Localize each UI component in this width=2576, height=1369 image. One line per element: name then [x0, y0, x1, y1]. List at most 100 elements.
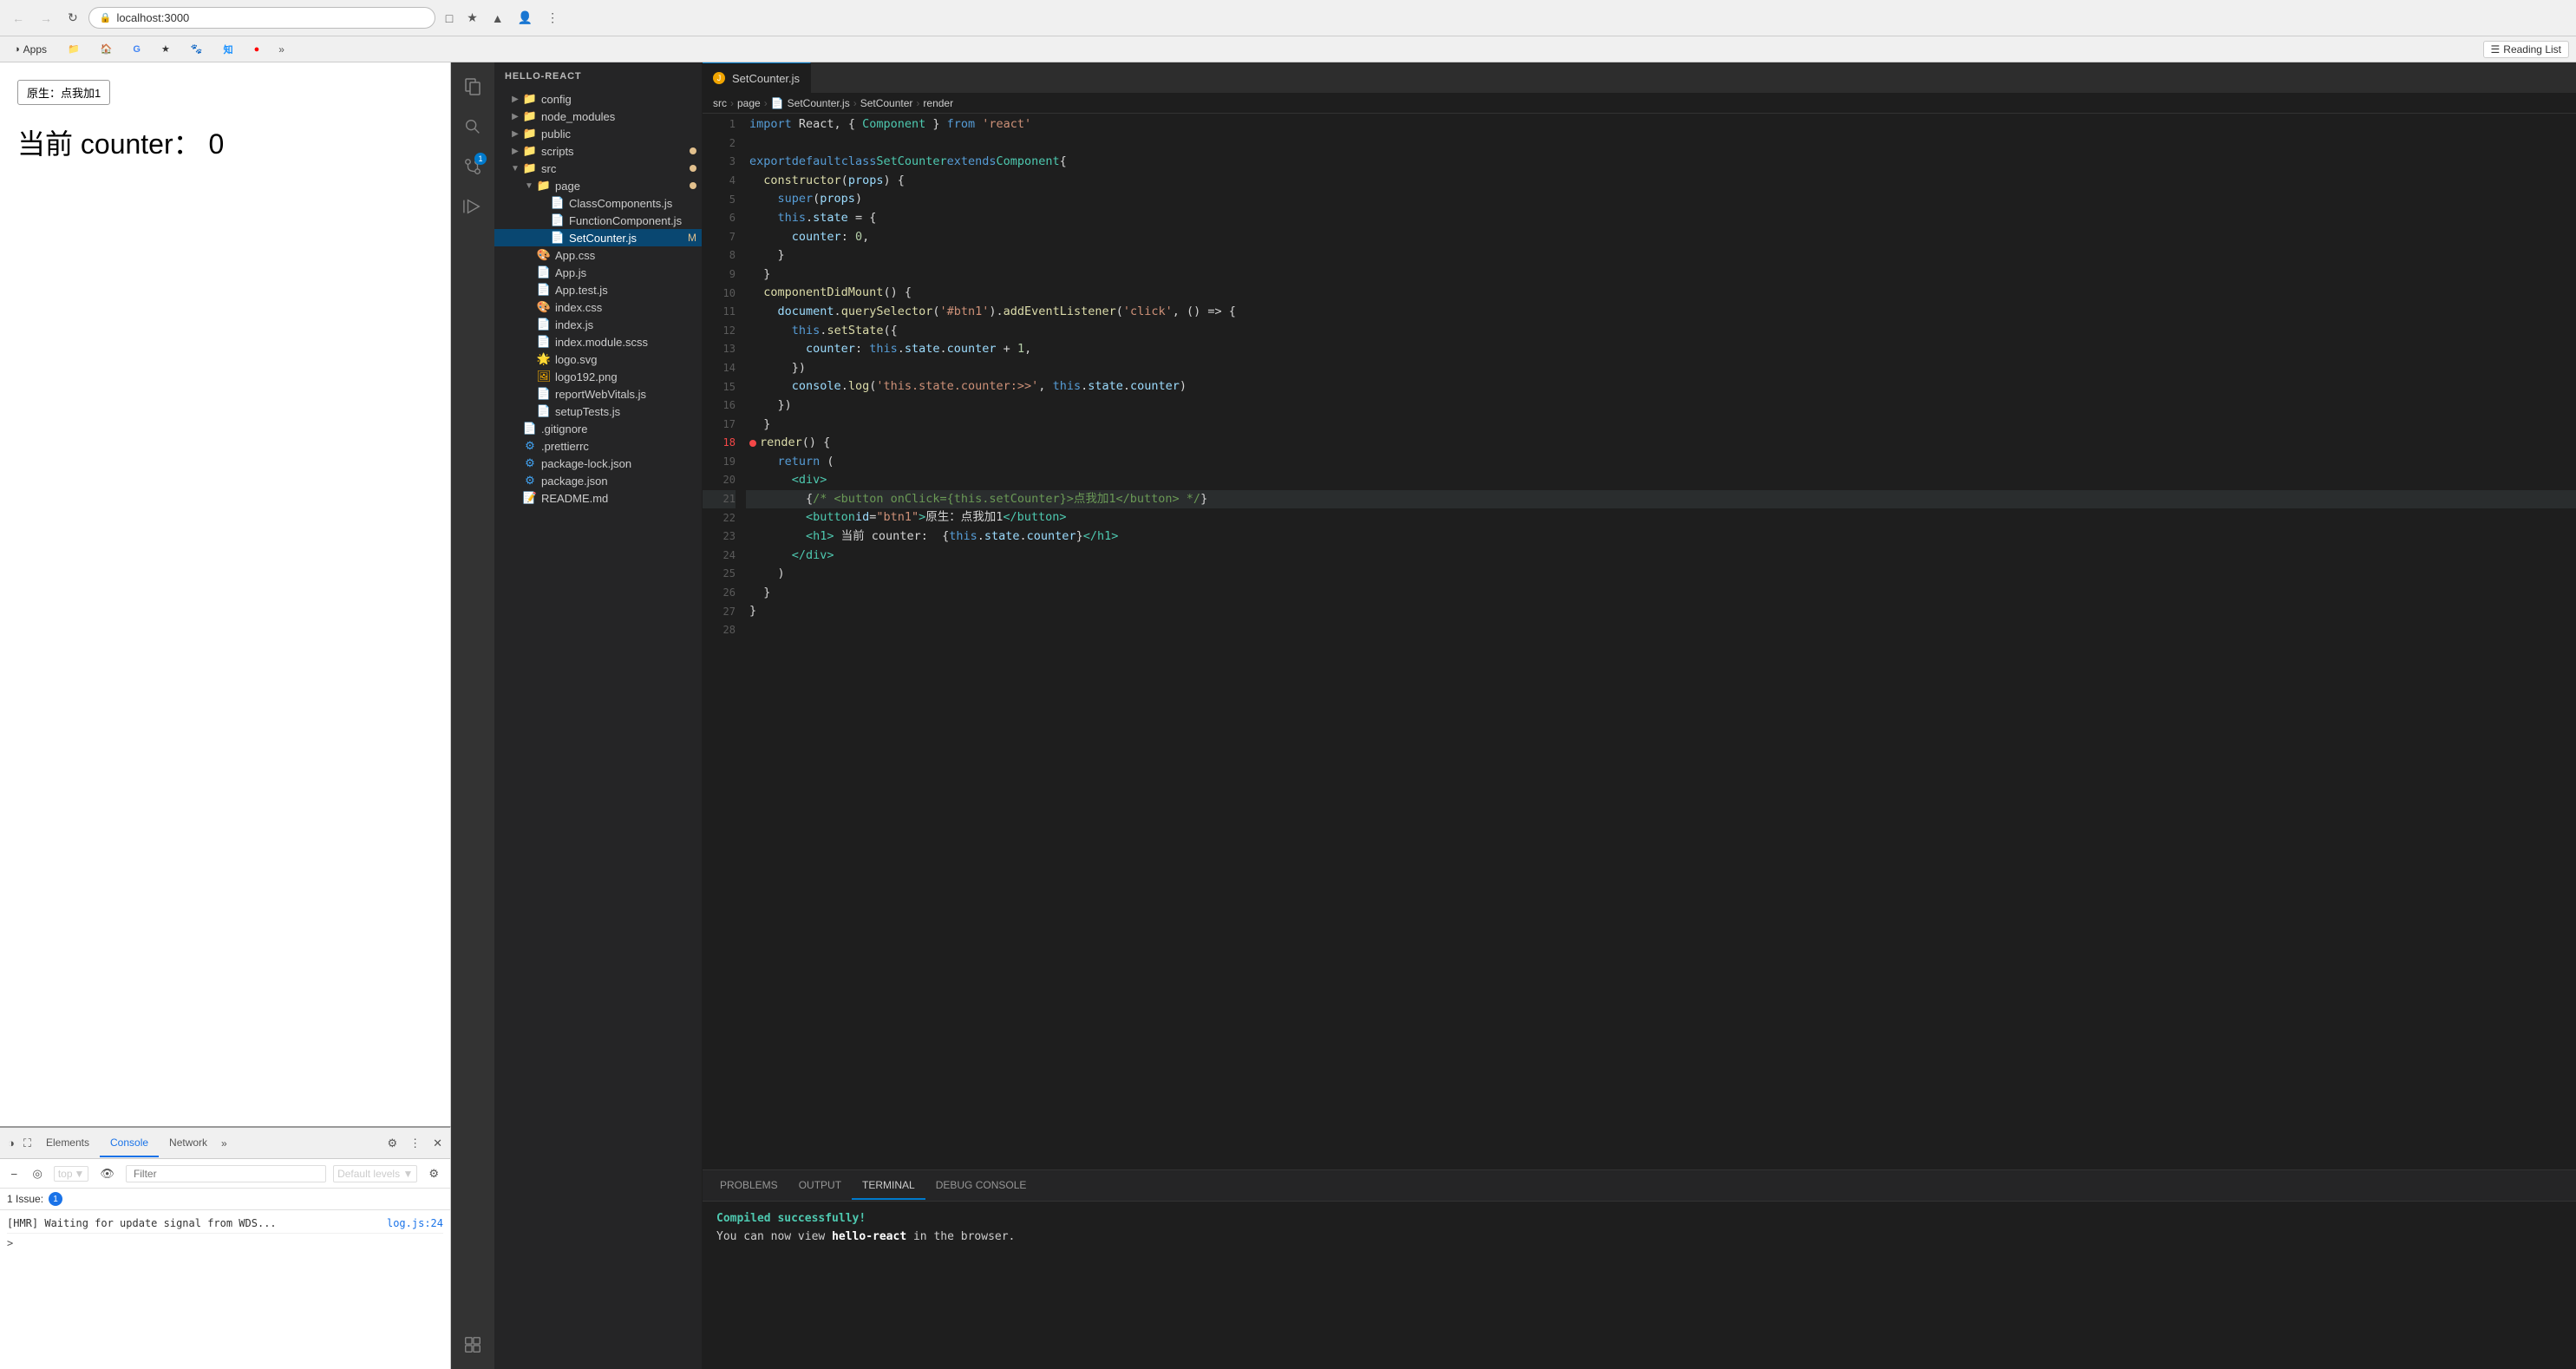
tree-item-appjs[interactable]: 📄 App.js	[494, 264, 702, 281]
devtools-close-button[interactable]: ✕	[428, 1135, 447, 1152]
item-appcss-label: App.css	[555, 249, 702, 262]
folder-config-icon: 📁	[522, 92, 538, 106]
tree-item-appcss[interactable]: 🎨 App.css	[494, 246, 702, 264]
activity-extensions[interactable]	[455, 1327, 490, 1362]
clear-console-button[interactable]: ⎯	[7, 1165, 22, 1182]
forward-button[interactable]: →	[35, 10, 57, 27]
bookmark-red[interactable]: ●	[247, 43, 267, 56]
devtools-more-button[interactable]: ⋮	[405, 1135, 425, 1152]
file-appcss-icon: 🎨	[536, 248, 552, 262]
tree-item-reportwebvitals[interactable]: 📄 reportWebVitals.js	[494, 385, 702, 403]
tree-item-indexjs[interactable]: 📄 index.js	[494, 316, 702, 333]
devtools-inspect-button[interactable]: ◑	[3, 1135, 19, 1151]
activity-explorer[interactable]	[455, 69, 490, 104]
original-button[interactable]: 原生：点我加1	[17, 80, 110, 105]
tree-item-logo192[interactable]: 🖼 logo192.png	[494, 368, 702, 385]
tree-item-node-modules[interactable]: ▶ 📁 node_modules	[494, 108, 702, 125]
bookmark-zh[interactable]: 知	[217, 41, 240, 58]
file-apptestjs-icon: 📄	[536, 283, 552, 297]
tree-item-readmemd[interactable]: 📝 README.md	[494, 489, 702, 507]
tree-item-prettierrc[interactable]: ⚙ .prettierrc	[494, 437, 702, 455]
bookmark-folder[interactable]: 📁	[61, 42, 87, 56]
tree-item-apptestjs[interactable]: 📄 App.test.js	[494, 281, 702, 298]
more-tabs-button[interactable]: »	[218, 1137, 231, 1150]
bookmark-paw[interactable]: 🐾	[184, 42, 210, 56]
bookmark-button[interactable]: ★	[461, 8, 483, 28]
home-icon: 🏠	[101, 43, 113, 55]
code-editor: 1 2 3 4 5 6 7 8 9 10 11	[703, 114, 2576, 1169]
context-selector[interactable]: top ▼	[54, 1166, 89, 1182]
tree-item-public[interactable]: ▶ 📁 public	[494, 125, 702, 142]
menu-button[interactable]: ⋮	[541, 8, 564, 28]
devtools-settings-button[interactable]: ⚙	[382, 1135, 402, 1152]
tree-item-src[interactable]: ▼ 📁 src	[494, 160, 702, 177]
run-msg2-text: in the browser.	[913, 1230, 1015, 1243]
tab-network[interactable]: Network	[159, 1130, 218, 1157]
reload-button[interactable]: ↻	[62, 9, 83, 27]
address-bar: 🔒 localhost:3000	[88, 7, 435, 29]
bookmark-star[interactable]: ★	[154, 42, 177, 56]
tab-console[interactable]: Console	[100, 1130, 159, 1157]
level-label: Default levels	[337, 1168, 400, 1180]
filter-button[interactable]: ◎	[29, 1165, 47, 1182]
activity-source-control[interactable]: 1	[455, 149, 490, 184]
apps-label: Apps	[23, 43, 47, 56]
code-line-7: counter: 0,	[746, 228, 2576, 247]
file-indexjs-icon: 📄	[536, 318, 552, 331]
tab-setcounter-icon: J	[713, 72, 725, 84]
tree-item-setcounter[interactable]: 📄 SetCounter.js M	[494, 229, 702, 246]
log-level-select[interactable]: Default levels ▼	[333, 1165, 417, 1182]
tree-item-packagejson[interactable]: ⚙ package.json	[494, 472, 702, 489]
item-config-label: config	[541, 93, 702, 106]
panel-tab-debug[interactable]: DEBUG CONSOLE	[925, 1172, 1037, 1200]
tree-item-logosvg[interactable]: 🌟 logo.svg	[494, 350, 702, 368]
file-gitignore-icon: 📄	[522, 422, 538, 436]
more-bookmarks-button[interactable]: »	[273, 42, 290, 57]
console-prompt[interactable]: >	[7, 1234, 443, 1253]
modified-dot	[690, 147, 696, 154]
devtools-actions: ⚙ ⋮ ✕	[382, 1135, 447, 1152]
devtools-panel: ◑ ⛶ Elements Console Network » ⚙ ⋮ ✕ ⎯ ◎	[0, 1126, 451, 1369]
tree-item-indexmodule[interactable]: 📄 index.module.scss	[494, 333, 702, 350]
issue-badge: 1	[49, 1192, 62, 1206]
tree-item-functioncomponent[interactable]: 📄 FunctionComponent.js	[494, 212, 702, 229]
console-filter-input[interactable]	[126, 1165, 326, 1182]
activity-run[interactable]	[455, 189, 490, 224]
level-arrow-icon: ▼	[402, 1168, 413, 1180]
tab-setcounter-label: SetCounter.js	[732, 72, 800, 85]
vscode-content: HELLO-REACT ▶ 📁 config ▶ 📁 node	[494, 62, 2576, 1369]
tree-item-packagelockjson[interactable]: ⚙ package-lock.json	[494, 455, 702, 472]
back-button[interactable]: ←	[7, 10, 29, 27]
bookmark-home[interactable]: 🏠	[94, 42, 120, 56]
panel-tab-problems[interactable]: PROBLEMS	[709, 1172, 788, 1200]
tree-item-setuptests[interactable]: 📄 setupTests.js	[494, 403, 702, 420]
tree-item-classcomponents[interactable]: 📄 ClassComponents.js	[494, 194, 702, 212]
log-link[interactable]: log.js:24	[387, 1217, 443, 1229]
eye-button[interactable]: 👁	[95, 1165, 119, 1182]
item-reportwebvitals-label: reportWebVitals.js	[555, 388, 702, 401]
extension-button[interactable]: ▲	[487, 9, 509, 28]
tree-item-config[interactable]: ▶ 📁 config	[494, 90, 702, 108]
panel-tab-output[interactable]: OUTPUT	[788, 1172, 852, 1200]
tab-elements[interactable]: Elements	[36, 1130, 100, 1157]
item-functioncomponent-label: FunctionComponent.js	[569, 214, 702, 227]
code-line-11: document.querySelector('#btn1').addEvent…	[746, 303, 2576, 322]
tree-item-page[interactable]: ▼ 📁 page	[494, 177, 702, 194]
share-button[interactable]: □	[441, 9, 458, 28]
tree-item-gitignore[interactable]: 📄 .gitignore	[494, 420, 702, 437]
editor-tab-setcounter[interactable]: J SetCounter.js	[703, 62, 811, 93]
editor-section: HELLO-REACT ▶ 📁 config ▶ 📁 node	[494, 62, 2576, 1369]
breadcrumb-page: page	[737, 97, 761, 109]
tree-item-scripts[interactable]: ▶ 📁 scripts	[494, 142, 702, 160]
tree-item-indexcss[interactable]: 🎨 index.css	[494, 298, 702, 316]
devtools-device-button[interactable]: ⛶	[19, 1135, 36, 1152]
activity-search[interactable]	[455, 109, 490, 144]
bookmark-google[interactable]: G	[126, 43, 147, 56]
line-numbers: 1 2 3 4 5 6 7 8 9 10 11	[703, 114, 746, 1169]
lock-icon: 🔒	[100, 12, 112, 23]
bookmark-apps[interactable]: ◑ Apps	[7, 42, 54, 57]
reading-list-button[interactable]: ☰ Reading List	[2483, 41, 2569, 58]
profile-button[interactable]: 👤	[513, 8, 538, 28]
panel-tab-terminal[interactable]: TERMINAL	[852, 1172, 925, 1200]
console-settings-button[interactable]: ⚙	[424, 1165, 443, 1182]
